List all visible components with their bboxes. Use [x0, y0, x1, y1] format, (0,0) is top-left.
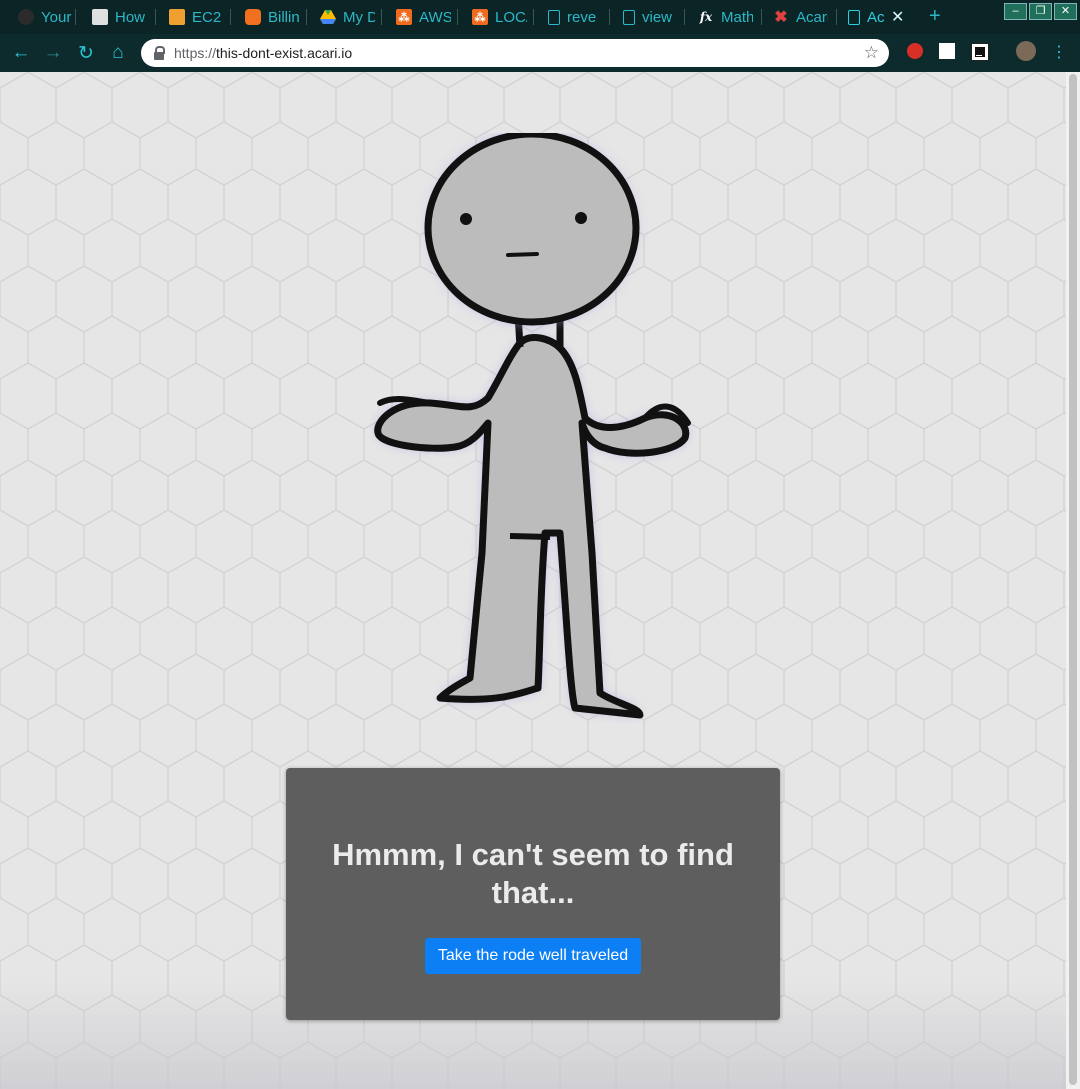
tab-label: Math — [721, 8, 753, 26]
tab-label: LOCA — [495, 8, 527, 26]
tab-label: Acari — [796, 8, 828, 26]
acari-logo-icon: ✖ — [774, 9, 788, 26]
hexagon-icon — [245, 9, 261, 25]
not-found-card: Hmmm, I can't seem to find that... Take … — [286, 768, 780, 1020]
document-icon — [848, 9, 860, 25]
tab-label: Billin — [268, 8, 300, 26]
tab-label: My D — [343, 8, 375, 26]
profile-avatar[interactable] — [1016, 41, 1036, 61]
page-scrollbar[interactable] — [1066, 72, 1080, 1089]
tab-billing[interactable]: Billin — [245, 6, 307, 28]
tab-how[interactable]: How — [92, 6, 156, 28]
maximize-button[interactable]: ❐ — [1029, 3, 1052, 20]
bookmark-icon — [92, 9, 108, 25]
tab-label: view — [642, 8, 673, 26]
figure-body — [374, 334, 690, 719]
tab-github[interactable]: Your — [18, 6, 76, 28]
google-drive-icon — [320, 9, 336, 25]
document-icon — [548, 9, 560, 25]
not-found-heading: Hmmm, I can't seem to find that... — [332, 837, 734, 910]
tab-label: EC2 M — [192, 8, 224, 26]
browser-toolbar: ← → ↻ ⌂ https://this-dont-exist.acari.io… — [0, 34, 1080, 72]
new-tab-button[interactable]: + — [929, 5, 941, 28]
tab-label: AWS_ — [419, 8, 451, 26]
close-window-button[interactable]: ✕ — [1054, 3, 1077, 20]
menu-kebab-icon[interactable]: ⋮ — [1048, 42, 1070, 62]
reload-icon[interactable]: ↻ — [75, 42, 97, 65]
tab-label: reve — [567, 8, 597, 26]
extension-fonts-icon[interactable] — [939, 43, 955, 59]
tab-label: Your — [41, 8, 72, 26]
extension-shield-icon[interactable] — [907, 43, 923, 59]
tab-view[interactable]: view — [623, 6, 685, 28]
home-icon[interactable]: ⌂ — [107, 42, 129, 64]
back-arrow-icon[interactable]: ← — [10, 42, 32, 64]
tab-strip: Your How EC2 M Billin My D ⁂ AWS_ ⁂ LOCA… — [0, 0, 1080, 34]
bookmark-star-icon[interactable]: ☆ — [864, 43, 879, 63]
tab-my-drive[interactable]: My D — [320, 6, 382, 28]
tab-label: How — [115, 8, 146, 26]
tab-local[interactable]: ⁂ LOCA — [472, 6, 534, 28]
minimize-button[interactable]: – — [1004, 3, 1027, 20]
forward-arrow-icon[interactable]: → — [42, 42, 64, 64]
home-link-button[interactable]: Take the rode well traveled — [424, 938, 642, 974]
url-text[interactable]: https://this-dont-exist.acari.io — [174, 45, 352, 61]
tab-reveal[interactable]: reve — [548, 6, 610, 28]
aws-box-icon — [169, 9, 185, 25]
extension-jetbrains-icon[interactable] — [971, 43, 989, 61]
orange-grid-icon: ⁂ — [396, 9, 412, 25]
scrollbar-thumb[interactable] — [1069, 74, 1077, 1085]
figure-head — [424, 133, 640, 326]
close-icon[interactable]: ✕ — [891, 7, 904, 27]
tab-math[interactable]: fx Math — [698, 6, 762, 28]
tab-ec2[interactable]: EC2 M — [169, 6, 231, 28]
github-icon — [18, 9, 34, 25]
fx-icon: fx — [699, 10, 713, 24]
tab-active[interactable]: Ac ✕ — [848, 6, 908, 28]
orange-grid-icon: ⁂ — [472, 9, 488, 25]
tab-acari[interactable]: ✖ Acari — [773, 6, 837, 28]
lock-icon — [154, 46, 165, 60]
tab-label: Ac — [867, 8, 885, 26]
address-bar[interactable]: https://this-dont-exist.acari.io ☆ — [141, 39, 889, 67]
document-icon — [623, 9, 635, 25]
shrugging-figure-illustration — [374, 133, 691, 719]
tab-aws[interactable]: ⁂ AWS_ — [396, 6, 458, 28]
